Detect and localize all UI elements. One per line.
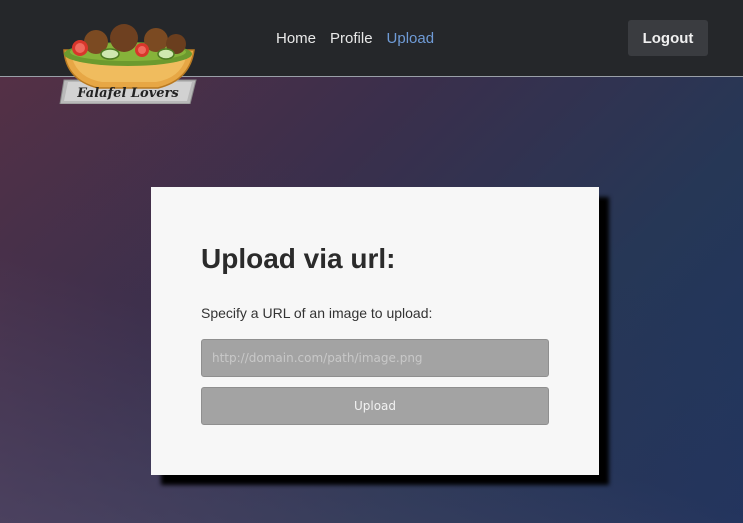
nav-link-upload[interactable]: Upload — [387, 30, 435, 47]
nav-link-profile[interactable]: Profile — [330, 30, 373, 47]
upload-description: Specify a URL of an image to upload: — [201, 305, 433, 321]
logo-text: Falafel Lovers — [76, 86, 179, 101]
upload-card: Upload via url: Specify a URL of an imag… — [151, 187, 599, 475]
url-input[interactable] — [201, 339, 549, 377]
nav-link-home[interactable]: Home — [276, 30, 316, 47]
nav-links: Home Profile Upload — [276, 30, 434, 47]
upload-title: Upload via url: — [201, 243, 396, 274]
upload-button[interactable]: Upload — [201, 387, 549, 425]
falafel-lovers-logo[interactable]: Falafel Lovers — [58, 24, 200, 104]
logout-button[interactable]: Logout — [628, 20, 708, 56]
